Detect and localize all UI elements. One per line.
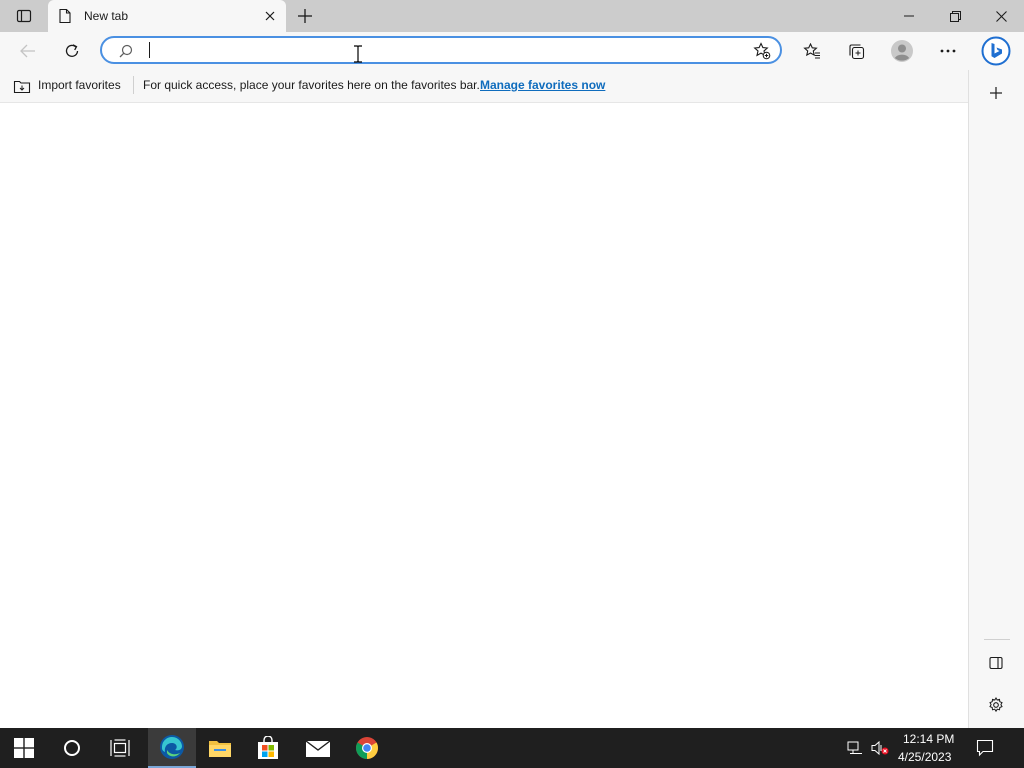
close-icon bbox=[995, 10, 1007, 22]
taskbar-mail[interactable] bbox=[294, 728, 342, 768]
back-arrow-icon bbox=[20, 44, 35, 58]
start-button[interactable] bbox=[0, 728, 48, 768]
sidebar-divider bbox=[984, 639, 1010, 640]
add-favorite-button[interactable] bbox=[750, 41, 774, 61]
chrome-icon bbox=[356, 737, 378, 759]
close-tab-button[interactable] bbox=[262, 8, 278, 24]
settings-and-more-button[interactable] bbox=[934, 38, 962, 64]
search-button[interactable] bbox=[48, 728, 96, 768]
folder-icon bbox=[209, 741, 231, 757]
tab-actions-button[interactable] bbox=[12, 4, 36, 28]
edge-icon bbox=[160, 735, 184, 759]
text-cursor bbox=[353, 45, 363, 63]
tab-actions-icon bbox=[16, 9, 32, 23]
hide-sidebar-button[interactable] bbox=[982, 650, 1010, 676]
plus-icon bbox=[298, 9, 312, 23]
favorites-bar: Import favorites For quick access, place… bbox=[0, 70, 968, 103]
refresh-icon bbox=[65, 44, 79, 57]
page-icon bbox=[57, 8, 73, 24]
favorites-divider bbox=[133, 76, 134, 94]
collections-button[interactable] bbox=[842, 38, 870, 64]
new-tab-button[interactable] bbox=[292, 4, 318, 28]
manage-favorites-link[interactable]: Manage favorites now bbox=[480, 78, 605, 92]
clock-date[interactable]: 4/25/2023 bbox=[898, 750, 951, 764]
taskbar: 12:14 PM 4/25/2023 bbox=[0, 728, 1024, 768]
task-view-icon bbox=[110, 739, 130, 757]
search-icon bbox=[118, 43, 134, 59]
gear-icon bbox=[989, 697, 1003, 713]
notifications-icon bbox=[976, 739, 994, 757]
sidebar-settings-button[interactable] bbox=[982, 692, 1010, 718]
taskbar-chrome[interactable] bbox=[343, 728, 391, 768]
restore-icon bbox=[949, 10, 961, 22]
favorites-bar-message: For quick access, place your favorites h… bbox=[143, 78, 480, 92]
address-input[interactable] bbox=[148, 41, 728, 59]
collections-icon bbox=[848, 43, 864, 59]
bing-chat-button[interactable] bbox=[980, 35, 1012, 67]
bing-icon bbox=[981, 36, 1011, 66]
minimize-button[interactable] bbox=[886, 0, 932, 32]
favorites-star-icon bbox=[803, 43, 820, 59]
action-center-button[interactable] bbox=[972, 736, 998, 760]
sidebar-panel-icon bbox=[989, 656, 1003, 670]
task-view-button[interactable] bbox=[96, 728, 144, 768]
windows-logo-icon bbox=[14, 738, 34, 758]
minimize-icon bbox=[904, 15, 914, 17]
edge-sidebar bbox=[968, 70, 1024, 728]
cortana-circle-icon bbox=[64, 740, 80, 756]
restore-button[interactable] bbox=[932, 0, 978, 32]
import-favorites-button[interactable]: Import favorites bbox=[38, 78, 121, 92]
volume-muted-icon[interactable] bbox=[870, 738, 890, 758]
tab-new-tab[interactable]: New tab bbox=[48, 0, 286, 32]
plus-icon bbox=[990, 87, 1002, 99]
page-content[interactable] bbox=[0, 103, 967, 728]
close-window-button[interactable] bbox=[978, 0, 1024, 32]
profile-button[interactable] bbox=[888, 38, 916, 64]
star-add-icon bbox=[753, 42, 771, 60]
taskbar-file-explorer[interactable] bbox=[196, 728, 244, 768]
customize-sidebar-button[interactable] bbox=[982, 80, 1010, 106]
taskbar-microsoft-store[interactable] bbox=[244, 728, 292, 768]
favorites-button[interactable] bbox=[798, 38, 826, 64]
address-bar[interactable] bbox=[100, 36, 782, 64]
clock-time[interactable]: 12:14 PM bbox=[903, 732, 954, 746]
more-horizontal-icon bbox=[940, 49, 956, 53]
avatar-icon bbox=[891, 40, 913, 62]
tab-title: New tab bbox=[84, 9, 129, 23]
network-icon[interactable] bbox=[846, 738, 864, 758]
taskbar-edge-app[interactable] bbox=[148, 728, 196, 768]
close-icon bbox=[265, 11, 275, 21]
back-button[interactable] bbox=[14, 38, 42, 64]
store-bag-icon bbox=[258, 736, 278, 759]
mail-envelope-icon bbox=[305, 740, 331, 757]
refresh-button[interactable] bbox=[58, 38, 86, 64]
text-caret bbox=[149, 42, 150, 58]
import-favorites-icon bbox=[12, 77, 32, 95]
